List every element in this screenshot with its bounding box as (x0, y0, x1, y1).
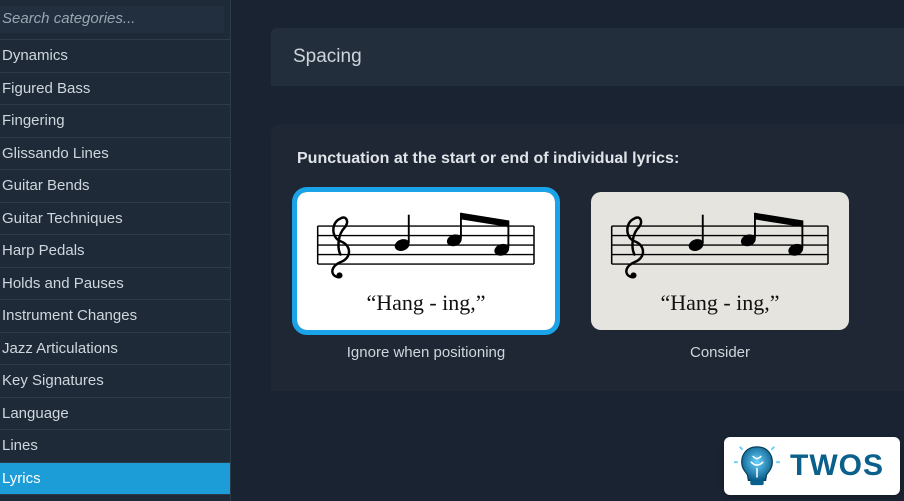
search-input[interactable] (0, 6, 224, 33)
settings-panel: Punctuation at the start or end of indiv… (271, 124, 904, 391)
main-panel: Spacing Punctuation at the start or end … (231, 0, 904, 501)
option-card-1: “Hang - ing,” Consider (591, 192, 849, 361)
sidebar-item-fingering[interactable]: Fingering (0, 105, 230, 138)
option-caption: Ignore when positioning (347, 344, 505, 361)
app-root: DynamicsFigured BassFingeringGlissando L… (0, 0, 904, 501)
sidebar-item-guitar-techniques[interactable]: Guitar Techniques (0, 203, 230, 236)
sidebar-item-dynamics[interactable]: Dynamics (0, 40, 230, 73)
option-caption: Consider (690, 344, 750, 361)
sidebar-item-guitar-bends[interactable]: Guitar Bends (0, 170, 230, 203)
sidebar-item-harp-pedals[interactable]: Harp Pedals (0, 235, 230, 268)
sidebar-item-holds-and-pauses[interactable]: Holds and Pauses (0, 268, 230, 301)
sidebar-item-key-signatures[interactable]: Key Signatures (0, 365, 230, 398)
section-header: Spacing (271, 28, 904, 86)
option-card-0: “Hang - ing,” Ignore when positioning (297, 192, 555, 361)
lyric-sample: “Hang - ing,” (366, 290, 485, 316)
setting-label: Punctuation at the start or end of indiv… (297, 150, 878, 168)
sidebar-item-jazz-articulations[interactable]: Jazz Articulations (0, 333, 230, 366)
staff-preview (606, 209, 834, 288)
watermark-badge: TWOS (724, 437, 900, 495)
sidebar-item-language[interactable]: Language (0, 398, 230, 431)
staff-preview (312, 209, 540, 288)
sidebar-item-instrument-changes[interactable]: Instrument Changes (0, 300, 230, 333)
category-list: DynamicsFigured BassFingeringGlissando L… (0, 40, 230, 501)
lightbulb-icon (734, 443, 780, 489)
sidebar-item-lyrics[interactable]: Lyrics (0, 463, 230, 496)
option-tile-ignore[interactable]: “Hang - ing,” (297, 192, 555, 330)
lyric-sample: “Hang - ing,” (660, 290, 779, 316)
option-tile-consider[interactable]: “Hang - ing,” (591, 192, 849, 330)
sidebar-item-figured-bass[interactable]: Figured Bass (0, 73, 230, 106)
sidebar-item-glissando-lines[interactable]: Glissando Lines (0, 138, 230, 171)
sidebar: DynamicsFigured BassFingeringGlissando L… (0, 0, 231, 501)
watermark-text: TWOS (790, 449, 884, 483)
sidebar-item-lines[interactable]: Lines (0, 430, 230, 463)
options-row: “Hang - ing,”Ignore when positioning“Han… (297, 192, 878, 361)
search-wrapper (0, 0, 230, 40)
